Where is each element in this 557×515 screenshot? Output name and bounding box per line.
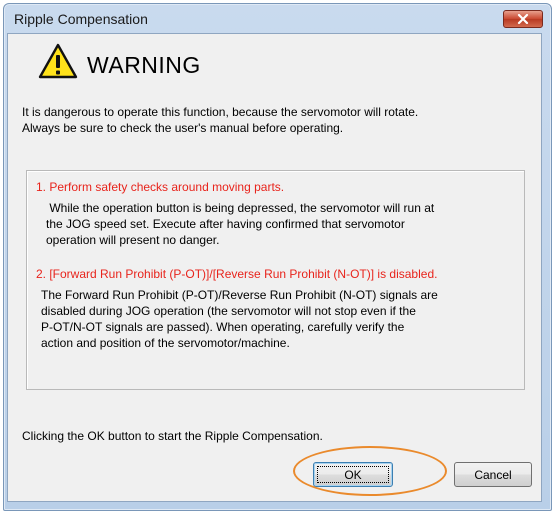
close-button[interactable]	[503, 10, 543, 28]
caution-group-box: 1. Perform safety checks around moving p…	[26, 170, 525, 390]
close-icon	[517, 14, 529, 24]
intro-line-1: It is dangerous to operate this function…	[22, 105, 419, 119]
cancel-button-label: Cancel	[474, 467, 512, 482]
caution-1-text: While the operation button is being depr…	[46, 200, 516, 248]
footer-instruction: Clicking the OK button to start the Ripp…	[22, 429, 323, 443]
caution-2-line: The Forward Run Prohibit (P-OT)/Reverse …	[41, 288, 438, 302]
caution-1-heading: 1. Perform safety checks around moving p…	[36, 180, 285, 194]
cancel-button[interactable]: Cancel	[454, 462, 532, 487]
caution-2-line: P-OT/N-OT signals are passed). When oper…	[41, 320, 405, 334]
warning-triangle-icon	[38, 43, 78, 79]
caution-2-line: disabled during JOG operation (the servo…	[41, 304, 416, 318]
title-bar[interactable]: Ripple Compensation	[4, 4, 551, 34]
caution-1-line: operation will present no danger.	[46, 233, 220, 247]
caution-2-line: action and position of the servomotor/ma…	[41, 336, 290, 350]
caution-2-text: The Forward Run Prohibit (P-OT)/Reverse …	[41, 287, 511, 351]
caution-1-line: While the operation button is being depr…	[46, 201, 435, 215]
intro-line-2: Always be sure to check the user's manua…	[22, 121, 344, 135]
ok-button[interactable]: OK	[313, 462, 393, 487]
caution-2-heading: 2. [Forward Run Prohibit (P-OT)]/[Revers…	[36, 267, 438, 281]
caution-1-line: the JOG speed set. Execute after having …	[46, 217, 405, 231]
focus-rectangle	[317, 466, 389, 483]
window-title: Ripple Compensation	[14, 11, 148, 27]
warning-intro: It is dangerous to operate this function…	[22, 104, 532, 136]
warning-heading: WARNING	[87, 52, 201, 78]
